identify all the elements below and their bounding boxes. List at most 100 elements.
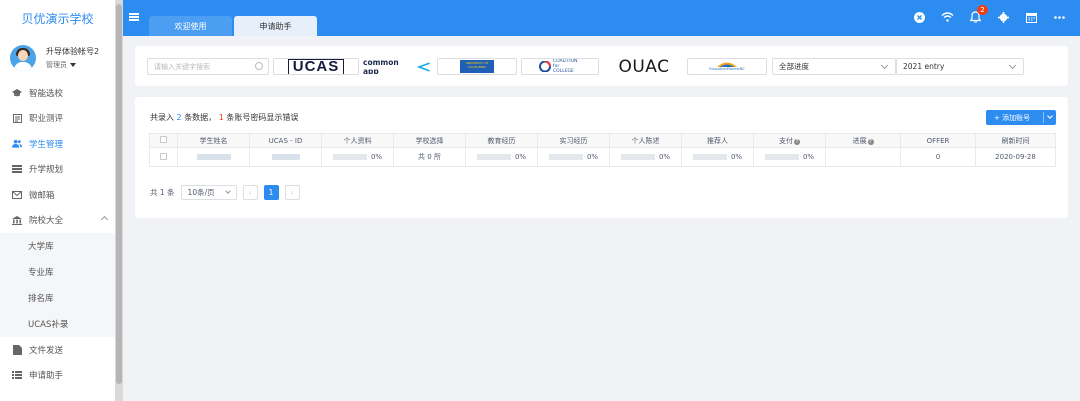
progress-select[interactable]: 全部进度 bbox=[772, 58, 896, 75]
platform-ouac[interactable]: OUAC bbox=[605, 58, 683, 75]
graduation-cap-icon bbox=[12, 88, 22, 98]
calendar-icon[interactable] bbox=[1024, 10, 1038, 24]
platform-common-app[interactable]: common app bbox=[362, 58, 432, 75]
user-name: 升导体验帐号2 bbox=[46, 47, 100, 56]
ucas-logo: UCAS bbox=[287, 59, 345, 74]
row-checkbox[interactable] bbox=[149, 147, 178, 167]
user-role: 管理员 bbox=[46, 61, 67, 69]
user-role-dropdown[interactable]: 管理员 bbox=[46, 60, 99, 70]
summary-text: 共录入 2 条数据， 1 条账号密码显示错误 bbox=[150, 112, 298, 123]
column-header[interactable]: 学校选择 bbox=[393, 133, 466, 148]
column-header[interactable]: OFFER bbox=[900, 133, 976, 148]
topbar-icons: 2 bbox=[912, 5, 1066, 24]
sidebar-subitem-ucas-clearing[interactable]: UCAS补录 bbox=[0, 311, 115, 337]
current-page-button[interactable]: 1 bbox=[263, 185, 279, 200]
offer-cell: 0 bbox=[900, 147, 976, 167]
prev-page-button[interactable]: ‹ bbox=[242, 185, 258, 200]
education-cell: 0% bbox=[465, 147, 538, 167]
internship-percent: 0% bbox=[586, 152, 599, 161]
menu-toggle-icon[interactable] bbox=[129, 13, 139, 21]
coalition-logo-icon bbox=[539, 61, 551, 72]
topbar: 欢迎使用 申请助手 2 bbox=[123, 0, 1080, 36]
referee-cell: 0% bbox=[681, 147, 754, 167]
sidebar-item-institutions[interactable]: 院校大全 bbox=[0, 208, 115, 234]
sidebar-item-career-test[interactable]: 职业测评 bbox=[0, 106, 115, 132]
more-icon[interactable] bbox=[1052, 10, 1066, 24]
summary-mid: 条数据， bbox=[184, 113, 217, 122]
page-size-select[interactable]: 10条/页 bbox=[180, 185, 237, 200]
statement-cell: 0% bbox=[609, 147, 682, 167]
gear-icon[interactable] bbox=[996, 10, 1010, 24]
column-header-progress[interactable]: 进展? bbox=[825, 133, 901, 148]
platform-educationplanner-bc[interactable]: EducationPlannerBC bbox=[687, 58, 767, 75]
user-panel[interactable]: 升导体验帐号2 管理员 bbox=[0, 36, 115, 80]
platform-ucas[interactable]: UCAS bbox=[273, 58, 359, 75]
column-header[interactable]: 教育经历 bbox=[465, 133, 538, 148]
platform-uc[interactable]: UNIVERSITY OF CALIFORNIA bbox=[437, 58, 517, 75]
tab-application-assistant[interactable]: 申请助手 bbox=[234, 16, 317, 36]
chevron-up-icon bbox=[100, 215, 109, 223]
sidebar-item-label: 学生管理 bbox=[29, 139, 64, 150]
help-icon[interactable]: ? bbox=[867, 138, 874, 145]
search-input[interactable]: 请输入关键字搜索 bbox=[147, 58, 269, 75]
payment-percent: 0% bbox=[802, 152, 815, 161]
column-header[interactable]: 实习经历 bbox=[537, 133, 610, 148]
column-header[interactable]: 刷新时间 bbox=[975, 133, 1056, 148]
platform-coalition[interactable]: COALITION for COLLEGE bbox=[521, 58, 599, 75]
file-send-icon bbox=[12, 344, 22, 355]
help-icon[interactable]: ? bbox=[794, 138, 800, 145]
sidebar-item-planning[interactable]: 升学规划 bbox=[0, 157, 115, 183]
table-row[interactable]: 0% 共 0 所 0% 0% 0% 0% 0% 0 2020-09-28 bbox=[149, 147, 1056, 167]
caret-down-icon bbox=[70, 63, 76, 67]
column-header-payment[interactable]: 支付? bbox=[753, 133, 826, 148]
progress-cell bbox=[825, 147, 901, 167]
common-app-swoosh-icon bbox=[417, 61, 431, 72]
sidebar-item-application-assistant[interactable]: 申请助手 bbox=[0, 363, 115, 389]
wifi-icon[interactable] bbox=[940, 10, 954, 24]
select-all-checkbox[interactable] bbox=[149, 133, 178, 148]
profile-cell: 0% bbox=[321, 147, 394, 167]
sidebar-item-mailbox[interactable]: 微邮箱 bbox=[0, 182, 115, 208]
column-header[interactable]: UCAS - ID bbox=[249, 133, 322, 148]
referee-percent: 0% bbox=[730, 152, 743, 161]
institution-icon bbox=[12, 215, 22, 225]
tab-welcome[interactable]: 欢迎使用 bbox=[149, 16, 232, 36]
sidebar-item-smart-school[interactable]: 智能选校 bbox=[0, 80, 115, 106]
chevron-down-icon[interactable] bbox=[1047, 113, 1053, 119]
school-name[interactable]: 贝优演示学校 bbox=[0, 0, 115, 36]
progress-select-value: 全部进度 bbox=[779, 62, 809, 71]
add-account-button[interactable]: + 添加账号 bbox=[986, 110, 1056, 125]
scrollbar-thumb[interactable] bbox=[116, 4, 122, 384]
common-app-logo: common app bbox=[363, 58, 399, 75]
sidebar-subitem-ranking-db[interactable]: 排名库 bbox=[0, 285, 115, 311]
table-header-row: 学生姓名 UCAS - ID 个人资料 学校选择 教育经历 实习经历 个人陈述 … bbox=[149, 133, 1056, 148]
sidebar-subitem-university-db[interactable]: 大学库 bbox=[0, 233, 115, 259]
filter-panel: 请输入关键字搜索 UCAS common app UNIVERSITY OF C… bbox=[135, 46, 1068, 86]
column-header[interactable]: 推荐人 bbox=[681, 133, 754, 148]
avatar[interactable] bbox=[10, 45, 36, 71]
column-header[interactable]: 学生姓名 bbox=[177, 133, 250, 148]
entry-select[interactable]: 2021 entry bbox=[896, 58, 1024, 75]
sidebar-scrollbar[interactable] bbox=[115, 0, 123, 401]
page-size-value: 10条/页 bbox=[187, 188, 215, 197]
search-icon[interactable] bbox=[255, 62, 263, 70]
next-page-button[interactable]: › bbox=[284, 185, 300, 200]
statement-progress-bar bbox=[620, 153, 655, 160]
search-placeholder: 请输入关键字搜索 bbox=[154, 62, 210, 71]
notification-badge: 2 bbox=[977, 5, 988, 15]
student-name-cell[interactable] bbox=[177, 147, 250, 167]
bell-icon[interactable]: 2 bbox=[968, 5, 988, 24]
column-header[interactable]: 个人资料 bbox=[321, 133, 394, 148]
assessment-icon bbox=[12, 113, 22, 123]
summary-suffix: 条账号密码显示错误 bbox=[226, 113, 299, 122]
payment-cell: 0% bbox=[753, 147, 826, 167]
column-header[interactable]: 个人陈述 bbox=[609, 133, 682, 148]
sidebar-subitem-major-db[interactable]: 专业库 bbox=[0, 259, 115, 285]
payment-header-label: 支付 bbox=[779, 136, 793, 145]
summary-prefix: 共录入 bbox=[150, 113, 174, 122]
close-circle-icon[interactable] bbox=[912, 10, 926, 24]
sidebar-item-student-management[interactable]: 学生管理 bbox=[0, 131, 115, 157]
sidebar-item-file-send[interactable]: 文件发送 bbox=[0, 337, 115, 363]
chevron-down-icon bbox=[1008, 61, 1017, 70]
sidebar-item-label: 文件发送 bbox=[29, 345, 64, 356]
